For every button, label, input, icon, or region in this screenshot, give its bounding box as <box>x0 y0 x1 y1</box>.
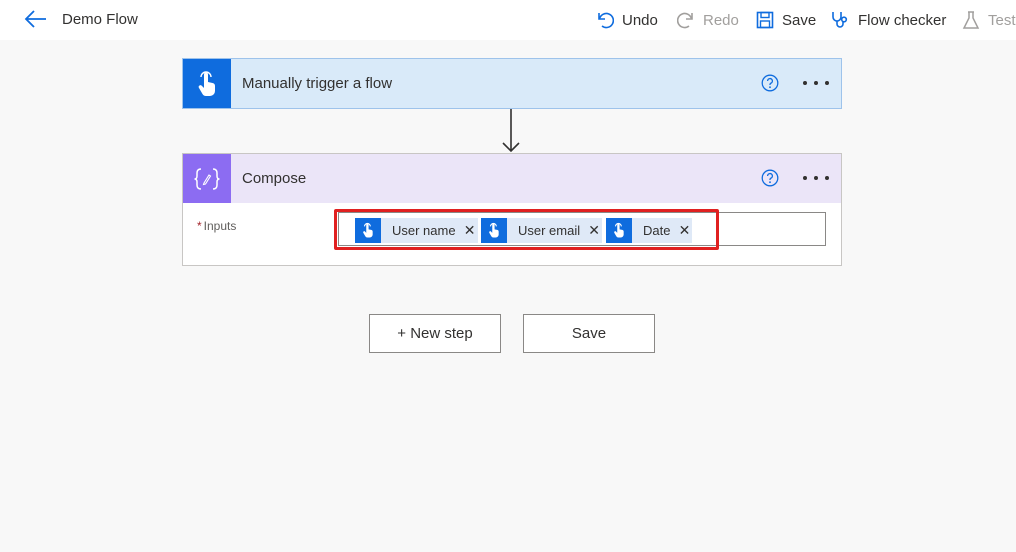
help-icon[interactable] <box>761 169 779 187</box>
flow-title: Demo Flow <box>62 11 138 28</box>
dynamic-token-user-name[interactable]: User name ✕ <box>355 218 478 243</box>
flask-icon <box>962 11 980 29</box>
trigger-card-header[interactable]: Manually trigger a flow <box>183 59 841 108</box>
save-button[interactable]: Save <box>523 314 655 353</box>
undo-button[interactable]: Undo <box>596 0 658 40</box>
test-label: Test <box>988 11 1016 29</box>
remove-token-icon[interactable]: ✕ <box>586 218 602 243</box>
redo-label: Redo <box>703 11 739 29</box>
touch-trigger-icon <box>481 218 507 243</box>
stethoscope-icon <box>832 12 848 28</box>
dynamic-token-date[interactable]: Date ✕ <box>606 218 693 243</box>
more-options-icon[interactable] <box>803 168 829 188</box>
connector-arrow-icon <box>500 109 522 154</box>
inputs-label: * Inputs <box>197 219 236 233</box>
token-label: User email <box>518 223 581 238</box>
touch-trigger-icon <box>183 59 231 108</box>
inputs-label-text: Inputs <box>203 219 237 233</box>
inputs-field[interactable]: User name ✕ User email ✕ Date ✕ <box>338 212 826 246</box>
save-icon <box>756 11 774 29</box>
flow-checker-button[interactable]: Flow checker <box>830 0 946 40</box>
new-step-button[interactable]: + New step <box>369 314 501 353</box>
command-bar: Demo Flow Undo Redo Save Flow checker Te… <box>0 0 1016 40</box>
help-icon[interactable] <box>761 74 779 92</box>
token-label: Date <box>643 223 671 238</box>
more-options-icon[interactable] <box>803 73 829 93</box>
compose-braces-icon <box>183 154 231 203</box>
compose-card-header[interactable]: Compose <box>183 154 841 203</box>
trigger-card[interactable]: Manually trigger a flow <box>182 58 842 109</box>
remove-token-icon[interactable]: ✕ <box>462 218 478 243</box>
undo-label: Undo <box>622 11 658 29</box>
required-marker: * <box>197 219 202 233</box>
compose-card[interactable]: Compose * Inputs User name ✕ User email ✕… <box>182 153 842 266</box>
remove-token-icon[interactable]: ✕ <box>676 218 692 243</box>
save-toolbar-label: Save <box>782 11 817 29</box>
back-arrow-icon[interactable] <box>22 8 48 30</box>
touch-trigger-icon <box>355 218 381 243</box>
test-button[interactable]: Test <box>962 0 1016 40</box>
undo-icon <box>598 12 614 29</box>
trigger-card-title: Manually trigger a flow <box>242 75 393 92</box>
flow-checker-label: Flow checker <box>858 11 947 29</box>
redo-icon <box>677 12 693 29</box>
redo-button[interactable]: Redo <box>677 0 739 40</box>
touch-trigger-icon <box>606 218 632 243</box>
dynamic-token-user-email[interactable]: User email ✕ <box>481 218 603 243</box>
token-label: User name <box>392 223 456 238</box>
compose-card-title: Compose <box>242 170 307 187</box>
save-toolbar-button[interactable]: Save <box>756 0 816 40</box>
